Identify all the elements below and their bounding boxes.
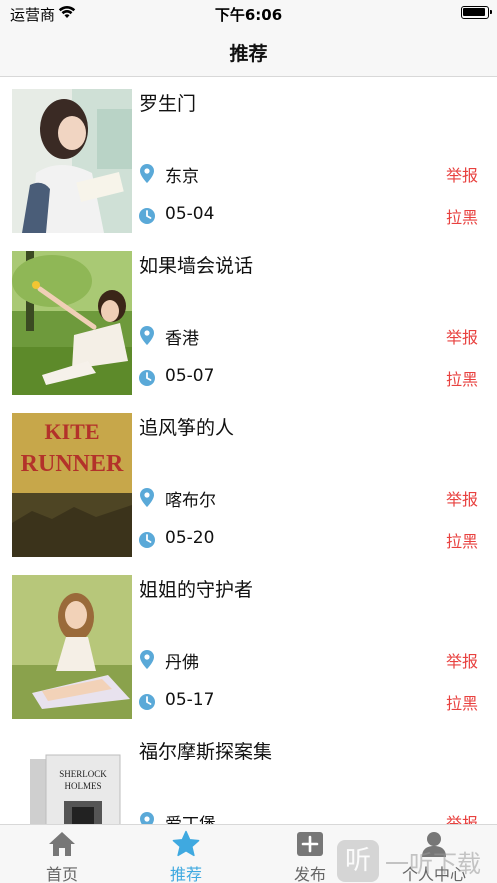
location-pin-icon <box>140 164 154 183</box>
location-label: 爱丁堡 <box>165 810 216 824</box>
clock-icon <box>139 532 155 548</box>
location-label: 香港 <box>165 329 199 349</box>
status-bar: 运营商 下午6:06 <box>0 0 497 26</box>
tab-label: 推荐 <box>169 865 202 883</box>
plus-icon <box>297 832 323 856</box>
item-title: 福尔摩斯探案集 <box>139 741 273 763</box>
location-label: 东京 <box>165 167 199 187</box>
location-row: 丹佛 举报 <box>138 648 478 673</box>
person-icon <box>422 832 446 857</box>
home-icon <box>49 832 75 856</box>
item-title: 如果墙会说话 <box>139 255 254 277</box>
location-row: 喀布尔 举报 <box>138 486 478 511</box>
report-button[interactable]: 举报 <box>446 810 478 824</box>
tab-publish[interactable]: 发布 <box>248 825 372 883</box>
location-row: 爱丁堡 举报 <box>138 810 478 824</box>
item-title: 姐姐的守护者 <box>139 579 254 601</box>
location-pin-icon <box>140 326 154 345</box>
report-button[interactable]: 举报 <box>446 486 478 510</box>
navigation-bar: 推荐 <box>0 26 497 77</box>
cover-title-line1: SHERLOCK <box>59 769 107 779</box>
tab-home[interactable]: 首页 <box>0 825 124 883</box>
tab-recommend[interactable]: 推荐 <box>124 825 248 883</box>
tab-profile[interactable]: 个人中心 <box>372 825 496 883</box>
date-row: 05-17 拉黑 <box>138 690 478 714</box>
battery-icon <box>461 6 492 19</box>
location-row: 香港 举报 <box>138 324 478 349</box>
location-pin-icon <box>140 812 154 824</box>
block-button[interactable]: 拉黑 <box>446 690 478 714</box>
location-pin-icon <box>140 488 154 507</box>
date-row: 05-07 拉黑 <box>138 366 478 390</box>
block-button[interactable]: 拉黑 <box>446 528 478 552</box>
location-label: 丹佛 <box>165 653 199 673</box>
block-button[interactable]: 拉黑 <box>446 204 478 228</box>
cover-image: SHERLOCK HOLMES <box>12 737 132 824</box>
tab-label: 个人中心 <box>401 865 466 883</box>
date-label: 05-17 <box>165 690 215 710</box>
list-item[interactable]: 姐姐的守护者 丹佛 举报 05-17 拉黑 <box>0 564 497 726</box>
tab-label: 首页 <box>45 865 78 883</box>
list-item[interactable]: 如果墙会说话 香港 举报 05-07 拉黑 <box>0 240 497 402</box>
clock-icon <box>139 694 155 710</box>
clock-icon <box>139 208 155 224</box>
cover-title-line1: KITE <box>44 419 99 444</box>
cover-title-line2: HOLMES <box>64 781 101 791</box>
star-icon <box>172 830 200 857</box>
location-pin-icon <box>140 650 154 669</box>
tab-label: 发布 <box>293 865 326 883</box>
cover-title-line2: RUNNER <box>21 451 124 477</box>
cover-image <box>12 89 132 233</box>
location-label: 喀布尔 <box>165 491 216 511</box>
report-button[interactable]: 举报 <box>446 648 478 672</box>
date-label: 05-04 <box>165 204 215 224</box>
block-button[interactable]: 拉黑 <box>446 366 478 390</box>
report-button[interactable]: 举报 <box>446 324 478 348</box>
cover-image: KITE RUNNER <box>12 413 132 557</box>
list-item[interactable]: 罗生门 东京 举报 05-04 拉黑 <box>0 78 497 240</box>
recommendation-list[interactable]: 罗生门 东京 举报 05-04 拉黑 如果墙会说话 香港 举报 05-07 拉黑… <box>0 78 497 824</box>
date-label: 05-07 <box>165 366 215 386</box>
clock-icon <box>139 370 155 386</box>
cover-image <box>12 251 132 395</box>
page-title: 推荐 <box>229 43 268 65</box>
item-title: 罗生门 <box>139 93 197 115</box>
item-title: 追风筝的人 <box>139 417 235 439</box>
date-label: 05-20 <box>165 528 215 548</box>
report-button[interactable]: 举报 <box>446 162 478 186</box>
date-row: 05-04 拉黑 <box>138 204 478 228</box>
tab-bar: 首页 推荐 发布 个人中心 <box>0 824 497 883</box>
list-item[interactable]: SHERLOCK HOLMES 福尔摩斯探案集 爱丁堡 举报 <box>0 726 497 824</box>
cover-image <box>12 575 132 719</box>
list-item[interactable]: KITE RUNNER 追风筝的人 喀布尔 举报 05-20 拉黑 <box>0 402 497 564</box>
location-row: 东京 举报 <box>138 162 478 187</box>
clock-label: 下午6:06 <box>214 6 283 24</box>
date-row: 05-20 拉黑 <box>138 528 478 552</box>
